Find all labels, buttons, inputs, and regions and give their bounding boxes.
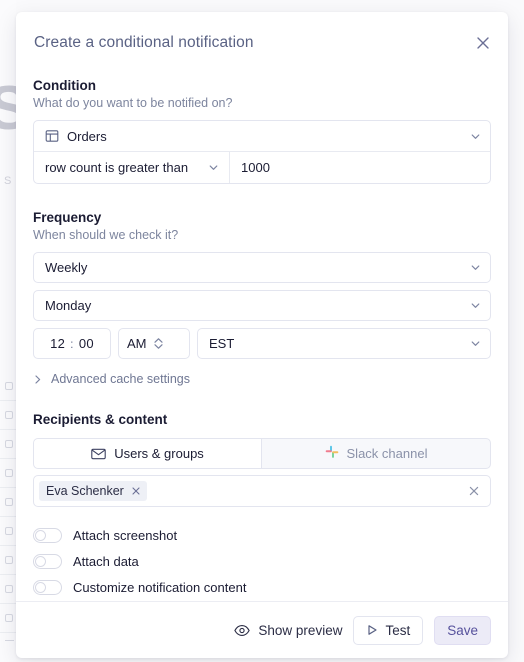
chevron-down-icon bbox=[464, 131, 490, 142]
frequency-interval-label: Weekly bbox=[45, 260, 87, 275]
frequency-heading: Frequency bbox=[33, 210, 491, 225]
tab-slack-channel-label: Slack channel bbox=[347, 446, 428, 461]
timezone-select[interactable]: EST bbox=[197, 328, 491, 359]
frequency-time-row: 12 : 00 AM EST bbox=[33, 328, 491, 359]
attach-data-label: Attach data bbox=[73, 554, 139, 569]
test-label: Test bbox=[385, 623, 410, 638]
save-button[interactable]: Save bbox=[434, 616, 491, 645]
frequency-subtext: When should we check it? bbox=[33, 228, 491, 242]
mail-icon bbox=[91, 448, 106, 460]
close-icon[interactable] bbox=[474, 34, 492, 52]
checkbox-icon bbox=[5, 614, 13, 622]
slack-icon bbox=[325, 445, 339, 462]
frequency-day-select[interactable]: Monday bbox=[33, 290, 491, 321]
recipient-chip: Eva Schenker bbox=[39, 481, 147, 501]
frequency-interval-select[interactable]: Weekly bbox=[33, 252, 491, 283]
checkbox-icon bbox=[5, 585, 13, 593]
close-icon[interactable] bbox=[131, 486, 141, 496]
condition-source-select[interactable]: Orders bbox=[34, 121, 490, 152]
toggle-knob bbox=[35, 582, 46, 593]
meridiem-stepper[interactable]: AM bbox=[118, 328, 190, 359]
attach-screenshot-label: Attach screenshot bbox=[73, 528, 177, 543]
show-preview-label: Show preview bbox=[258, 623, 342, 638]
chevron-down-icon bbox=[464, 338, 490, 349]
time-minute: 00 bbox=[79, 336, 94, 351]
condition-heading: Condition bbox=[33, 78, 491, 93]
tab-slack-channel[interactable]: Slack channel bbox=[262, 439, 490, 468]
show-preview-button[interactable]: Show preview bbox=[234, 623, 342, 638]
attach-data-toggle[interactable] bbox=[33, 554, 62, 569]
customize-notification-content-toggle[interactable] bbox=[33, 580, 62, 595]
condition-expression-row: row count is greater than 1000 bbox=[34, 152, 490, 183]
attach-data-row: Attach data bbox=[33, 548, 491, 574]
condition-operator-label: row count is greater than bbox=[45, 160, 188, 175]
attach-screenshot-toggle[interactable] bbox=[33, 528, 62, 543]
toggle-knob bbox=[35, 556, 46, 567]
tab-users-groups[interactable]: Users & groups bbox=[34, 439, 262, 468]
time-separator: : bbox=[65, 337, 79, 351]
play-icon bbox=[366, 624, 378, 636]
checkbox-icon bbox=[5, 527, 13, 535]
condition-group: Orders row count is greater than bbox=[33, 120, 491, 184]
test-button[interactable]: Test bbox=[353, 616, 423, 645]
checkbox-icon bbox=[5, 440, 13, 448]
backdrop-divider bbox=[5, 640, 14, 641]
chevron-down-icon bbox=[464, 262, 490, 273]
advanced-cache-settings-label: Advanced cache settings bbox=[51, 372, 190, 386]
backdrop-small-letter: S bbox=[4, 175, 11, 187]
save-label: Save bbox=[447, 623, 478, 638]
chevron-down-icon bbox=[464, 300, 490, 311]
condition-subtext: What do you want to be notified on? bbox=[33, 96, 491, 110]
tab-users-groups-label: Users & groups bbox=[114, 446, 204, 461]
checkbox-icon bbox=[5, 498, 13, 506]
checkbox-icon bbox=[5, 469, 13, 477]
chevron-down-icon bbox=[202, 162, 223, 173]
toggle-knob bbox=[35, 530, 46, 541]
chevron-right-icon bbox=[33, 374, 43, 385]
condition-value-input[interactable]: 1000 bbox=[230, 152, 490, 183]
checkbox-icon bbox=[5, 382, 13, 390]
attach-screenshot-row: Attach screenshot bbox=[33, 522, 491, 548]
customize-notification-content-label: Customize notification content bbox=[73, 580, 246, 595]
recipients-heading: Recipients & content bbox=[33, 412, 491, 427]
content-options: Attach screenshot Attach data Customize … bbox=[33, 522, 491, 600]
frequency-day-label: Monday bbox=[45, 298, 91, 313]
modal-body: Condition What do you want to be notifie… bbox=[16, 52, 508, 601]
modal-footer: Show preview Test Save bbox=[16, 601, 508, 658]
time-input[interactable]: 12 : 00 bbox=[33, 328, 111, 359]
advanced-cache-settings-toggle[interactable]: Advanced cache settings bbox=[33, 372, 491, 386]
table-icon bbox=[45, 129, 59, 143]
checkbox-icon bbox=[5, 556, 13, 564]
meridiem-label: AM bbox=[127, 336, 147, 351]
timezone-label: EST bbox=[209, 336, 234, 351]
modal-title: Create a conditional notification bbox=[34, 34, 486, 52]
recipients-input[interactable]: Eva Schenker bbox=[33, 475, 491, 507]
checkbox-icon bbox=[5, 411, 13, 419]
customize-content-row: Customize notification content bbox=[33, 574, 491, 600]
modal-header: Create a conditional notification bbox=[16, 12, 508, 52]
recipient-chip-label: Eva Schenker bbox=[46, 484, 124, 498]
condition-value-text: 1000 bbox=[241, 160, 270, 175]
conditional-notification-modal: Create a conditional notification Condit… bbox=[16, 12, 508, 658]
condition-source-label: Orders bbox=[67, 129, 107, 144]
eye-icon bbox=[234, 624, 250, 637]
recipient-type-tabs: Users & groups Slack channel bbox=[33, 438, 491, 469]
chevron-updown-icon bbox=[153, 337, 164, 350]
condition-operator-select[interactable]: row count is greater than bbox=[34, 152, 230, 183]
clear-recipients-icon[interactable] bbox=[468, 485, 484, 497]
time-hour: 12 bbox=[50, 336, 65, 351]
